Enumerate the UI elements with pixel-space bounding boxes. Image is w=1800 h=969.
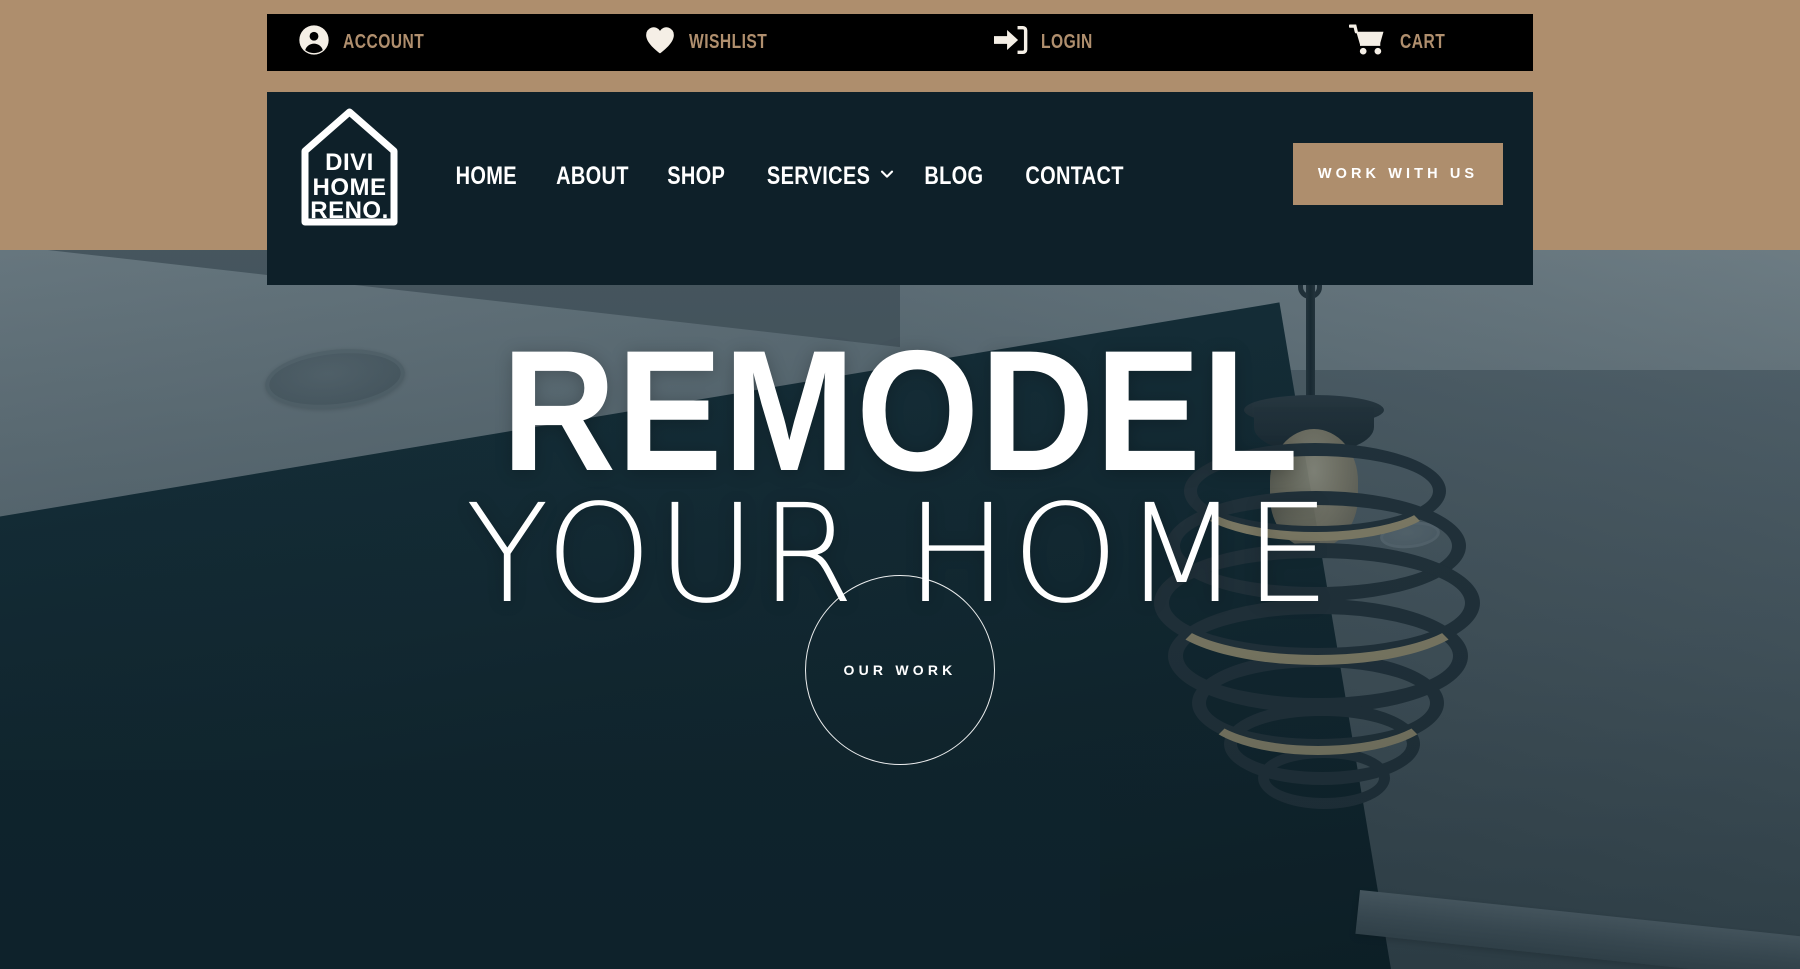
topbar-label-wishlist: WISHLIST (689, 31, 768, 53)
hero-headline-bold: REMODEL (501, 315, 1299, 507)
topbar-label-cart: CART (1399, 31, 1446, 53)
nav-item-services[interactable]: SERVICES (743, 162, 906, 191)
nav-link-home[interactable]: HOME (456, 162, 517, 191)
nav-item-shop[interactable]: SHOP (649, 162, 743, 191)
heart-icon (644, 25, 676, 60)
topbar-item-cart[interactable]: CART (1348, 24, 1458, 61)
nav-item-home[interactable]: HOME (437, 162, 536, 191)
house-outline-icon: DIVI HOME RENO. (301, 108, 398, 226)
nav-link-blog[interactable]: BLOG (925, 162, 984, 191)
site-logo[interactable]: DIVI HOME RENO. (297, 105, 402, 230)
our-work-label: OUR WORK (843, 662, 957, 679)
account-circle-icon (298, 24, 330, 61)
nav-link-about[interactable]: ABOUT (556, 162, 629, 191)
topbar-item-wishlist[interactable]: WISHLIST (644, 25, 789, 60)
nav-item-about[interactable]: ABOUT (536, 162, 649, 191)
login-arrow-icon (993, 25, 1028, 60)
topbar-item-account[interactable]: ACCOUNT (298, 24, 447, 61)
logo-line-3: RENO. (310, 197, 389, 224)
our-work-circle-button[interactable]: OUR WORK (805, 575, 995, 766)
hero-section: REMODEL YOUR HOME OUR WORK (0, 250, 1800, 969)
work-with-us-label: WORK WITH US (1317, 166, 1479, 182)
logo-line-1: DIVI (325, 149, 374, 176)
topbar-label-account: ACCOUNT (343, 31, 425, 53)
nav-link-shop[interactable]: SHOP (667, 162, 725, 191)
work-with-us-button[interactable]: WORK WITH US (1293, 143, 1503, 205)
chevron-down-icon (879, 166, 895, 187)
primary-menu: HOME ABOUT SHOP SERVICES BLOG CONTACT (437, 162, 1147, 191)
shopping-cart-icon (1348, 24, 1387, 61)
topbar-item-login[interactable]: LOGIN (993, 25, 1107, 60)
nav-item-blog[interactable]: BLOG (906, 162, 1002, 191)
nav-item-contact[interactable]: CONTACT (1002, 162, 1147, 191)
topbar-label-login: LOGIN (1040, 31, 1093, 53)
nav-link-contact[interactable]: CONTACT (1025, 162, 1124, 191)
nav-link-services[interactable]: SERVICES (767, 162, 870, 191)
top-utility-bar: ACCOUNT WISHLIST LOGIN CART (267, 14, 1533, 71)
